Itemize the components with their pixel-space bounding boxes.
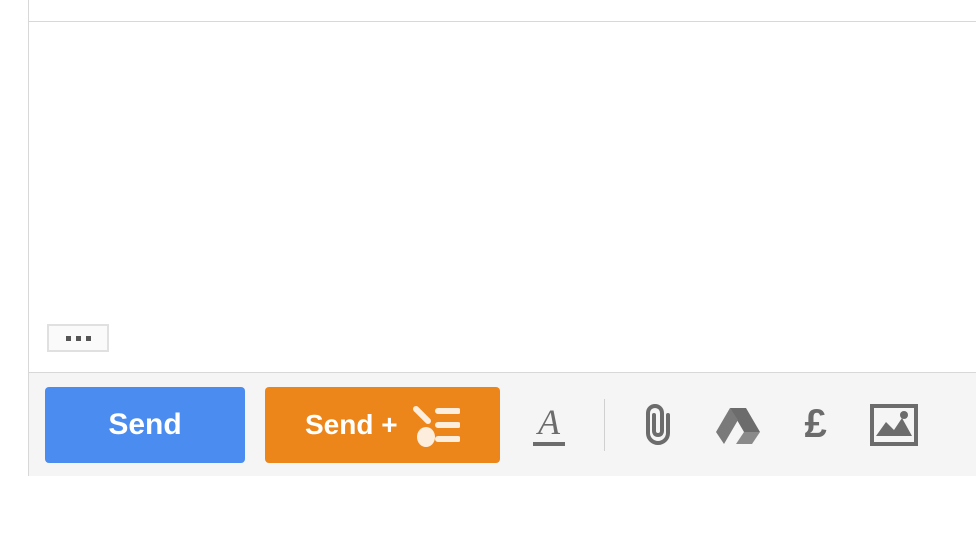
pound-icon: £ bbox=[804, 402, 826, 447]
attachment-icon bbox=[643, 403, 677, 447]
compose-body[interactable] bbox=[29, 22, 976, 372]
toolbar-divider bbox=[604, 399, 605, 451]
image-icon bbox=[870, 404, 918, 446]
show-trimmed-button[interactable] bbox=[47, 324, 109, 352]
svg-text:A: A bbox=[536, 402, 561, 442]
mic-off-icon bbox=[408, 401, 460, 449]
compose-toolbar: Send Send + A bbox=[29, 372, 976, 476]
insert-money-button[interactable]: £ bbox=[787, 396, 845, 454]
send-button[interactable]: Send bbox=[45, 387, 245, 463]
format-text-button[interactable]: A bbox=[520, 396, 578, 454]
send-button-label: Send bbox=[108, 408, 181, 442]
ellipsis-icon bbox=[86, 336, 91, 341]
send-plus-button[interactable]: Send + bbox=[265, 387, 500, 463]
attach-file-button[interactable] bbox=[631, 396, 689, 454]
format-icon: A bbox=[529, 402, 569, 448]
ellipsis-icon bbox=[66, 336, 71, 341]
compose-window: Send Send + A bbox=[28, 0, 976, 476]
insert-image-button[interactable] bbox=[865, 396, 923, 454]
send-plus-label: Send + bbox=[305, 409, 398, 441]
insert-drive-button[interactable] bbox=[709, 396, 767, 454]
ellipsis-icon bbox=[76, 336, 81, 341]
compose-header-strip bbox=[29, 0, 976, 22]
drive-icon bbox=[714, 404, 762, 446]
